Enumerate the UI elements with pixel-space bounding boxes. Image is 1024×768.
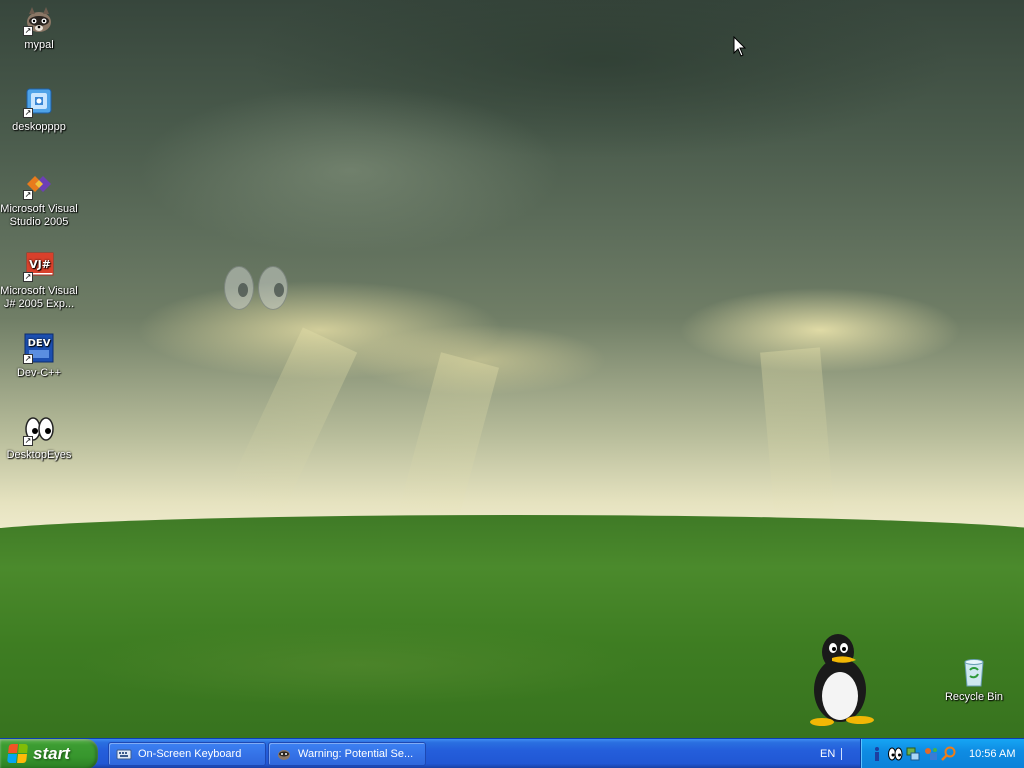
- language-bar[interactable]: EN: [812, 742, 858, 766]
- desktop-icon-visual-studio[interactable]: ↗ Microsoft Visual Studio 2005: [0, 168, 78, 229]
- wallpaper-sky: [0, 0, 1024, 530]
- desktop-icon-label: Microsoft Visual J# 2005 Exp...: [0, 285, 78, 310]
- search-icon[interactable]: [941, 746, 957, 762]
- start-button[interactable]: start: [0, 739, 98, 768]
- eyes-icon: ↗: [23, 414, 55, 446]
- desktop-icon-label: Microsoft Visual Studio 2005: [0, 203, 78, 228]
- desktop-icon-label: deskopppp: [12, 121, 66, 133]
- clock[interactable]: 10:56 AM: [969, 748, 1015, 760]
- desktop-icon-recycle-bin[interactable]: Recycle Bin: [935, 656, 1013, 704]
- desktop-icon-label: Dev-C++: [16, 367, 62, 379]
- taskbar-button-on-screen-keyboard[interactable]: On-Screen Keyboard: [108, 742, 266, 766]
- desktop-eyes-widget: [224, 266, 290, 312]
- windows-logo-icon: [7, 744, 29, 764]
- eye-right: [258, 266, 288, 310]
- language-indicator: EN: [820, 748, 836, 760]
- shortcut-arrow-icon: ↗: [23, 272, 33, 282]
- visual-studio-icon: ↗: [23, 168, 55, 200]
- recycle-bin-icon: [958, 656, 990, 688]
- vjsharp-icon: VJ# ↗: [23, 250, 55, 282]
- desktop-icon-mypal[interactable]: ↗ mypal: [0, 4, 78, 52]
- tools-icon[interactable]: [923, 746, 939, 762]
- desktop-icon-label: DesktopEyes: [6, 449, 72, 461]
- app-window-icon: ↗: [23, 86, 55, 118]
- shortcut-arrow-icon: ↗: [23, 190, 33, 200]
- desktop-icon-label: mypal: [24, 39, 54, 51]
- eye-left: [224, 266, 254, 310]
- svg-text:VJ#: VJ#: [29, 258, 51, 271]
- shortcut-arrow-icon: ↗: [23, 354, 33, 364]
- task-label: Warning: Potential Se...: [298, 748, 414, 760]
- taskbar: start On-Screen Keyboard Warning: Potent…: [0, 738, 1024, 768]
- mypal-icon: [276, 746, 292, 762]
- raccoon-icon: ↗: [23, 4, 55, 36]
- shortcut-arrow-icon: ↗: [23, 108, 33, 118]
- svg-text:DEV: DEV: [28, 338, 51, 349]
- keyboard-icon: [116, 746, 132, 762]
- dev-cpp-icon: DEV ↗: [23, 332, 55, 364]
- task-label: On-Screen Keyboard: [138, 748, 242, 760]
- network-icon[interactable]: [905, 746, 921, 762]
- system-tray: 10:56 AM: [860, 739, 1024, 768]
- start-label: start: [33, 744, 70, 763]
- desktop-icon-desktopeyes[interactable]: ↗ DesktopEyes: [0, 414, 78, 462]
- penguin-mascot-icon: [806, 632, 882, 728]
- info-icon[interactable]: [869, 746, 885, 762]
- desktop-icon-label: Recycle Bin: [944, 691, 1004, 703]
- shortcut-arrow-icon: ↗: [23, 26, 33, 36]
- desktop-icon-deskopppp[interactable]: ↗ deskopppp: [0, 86, 78, 134]
- taskbar-button-warning[interactable]: Warning: Potential Se...: [268, 742, 426, 766]
- desktop-icon-vjsharp[interactable]: VJ# ↗ Microsoft Visual J# 2005 Exp...: [0, 250, 78, 311]
- eyes-icon[interactable]: [887, 746, 903, 762]
- desktop-wallpaper: [0, 0, 1024, 738]
- shortcut-arrow-icon: ↗: [23, 436, 33, 446]
- language-bar-separator: [841, 748, 843, 760]
- mouse-cursor-icon: [733, 35, 747, 58]
- desktop-icon-dev-cpp[interactable]: DEV ↗ Dev-C++: [0, 332, 78, 380]
